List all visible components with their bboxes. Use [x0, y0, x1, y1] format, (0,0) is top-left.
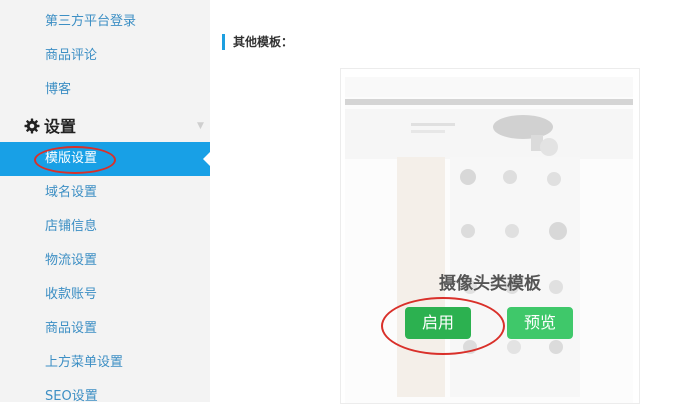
main-content: 其他模板： 摄像头类模板 启用 预览 — [210, 0, 674, 404]
thumbnail-overlay — [345, 77, 633, 403]
section-label: 设置 — [44, 117, 77, 136]
chevron-down-icon[interactable]: ▼ — [197, 121, 204, 131]
sidebar-menu: 第三方平台登录 商品评论 博客 设置 ▼ 模版设置 域名设置 店铺信息 物流设置… — [0, 0, 210, 404]
template-thumbnail — [345, 77, 633, 403]
sidebar-item-third-party-login[interactable]: 第三方平台登录 — [0, 5, 210, 39]
enable-button[interactable]: 启用 — [405, 307, 471, 339]
section-header-settings[interactable]: 设置 — [24, 112, 76, 142]
sidebar-item-top-menu-settings[interactable]: 上方菜单设置 — [0, 346, 210, 380]
template-name: 摄像头类模板 — [439, 274, 541, 294]
sidebar-item-product-settings[interactable]: 商品设置 — [0, 312, 210, 346]
sidebar-item-product-reviews[interactable]: 商品评论 — [0, 39, 210, 73]
template-card: 摄像头类模板 启用 预览 — [340, 68, 640, 404]
sidebar-item-store-info[interactable]: 店铺信息 — [0, 210, 210, 244]
sidebar-item-domain-settings[interactable]: 域名设置 — [0, 176, 210, 210]
sidebar-item-payment-accounts[interactable]: 收款账号 — [0, 278, 210, 312]
sidebar-item-seo-settings[interactable]: SEO设置 — [0, 380, 210, 414]
gear-icon — [24, 118, 40, 134]
preview-button[interactable]: 预览 — [507, 307, 573, 339]
sidebar-item-logistics-settings[interactable]: 物流设置 — [0, 244, 210, 278]
sidebar-item-template-settings[interactable]: 模版设置 — [0, 142, 210, 176]
section-heading-other-templates: 其他模板： — [222, 34, 293, 50]
active-indicator-arrow — [203, 152, 210, 166]
sidebar-item-blog[interactable]: 博客 — [0, 73, 210, 107]
